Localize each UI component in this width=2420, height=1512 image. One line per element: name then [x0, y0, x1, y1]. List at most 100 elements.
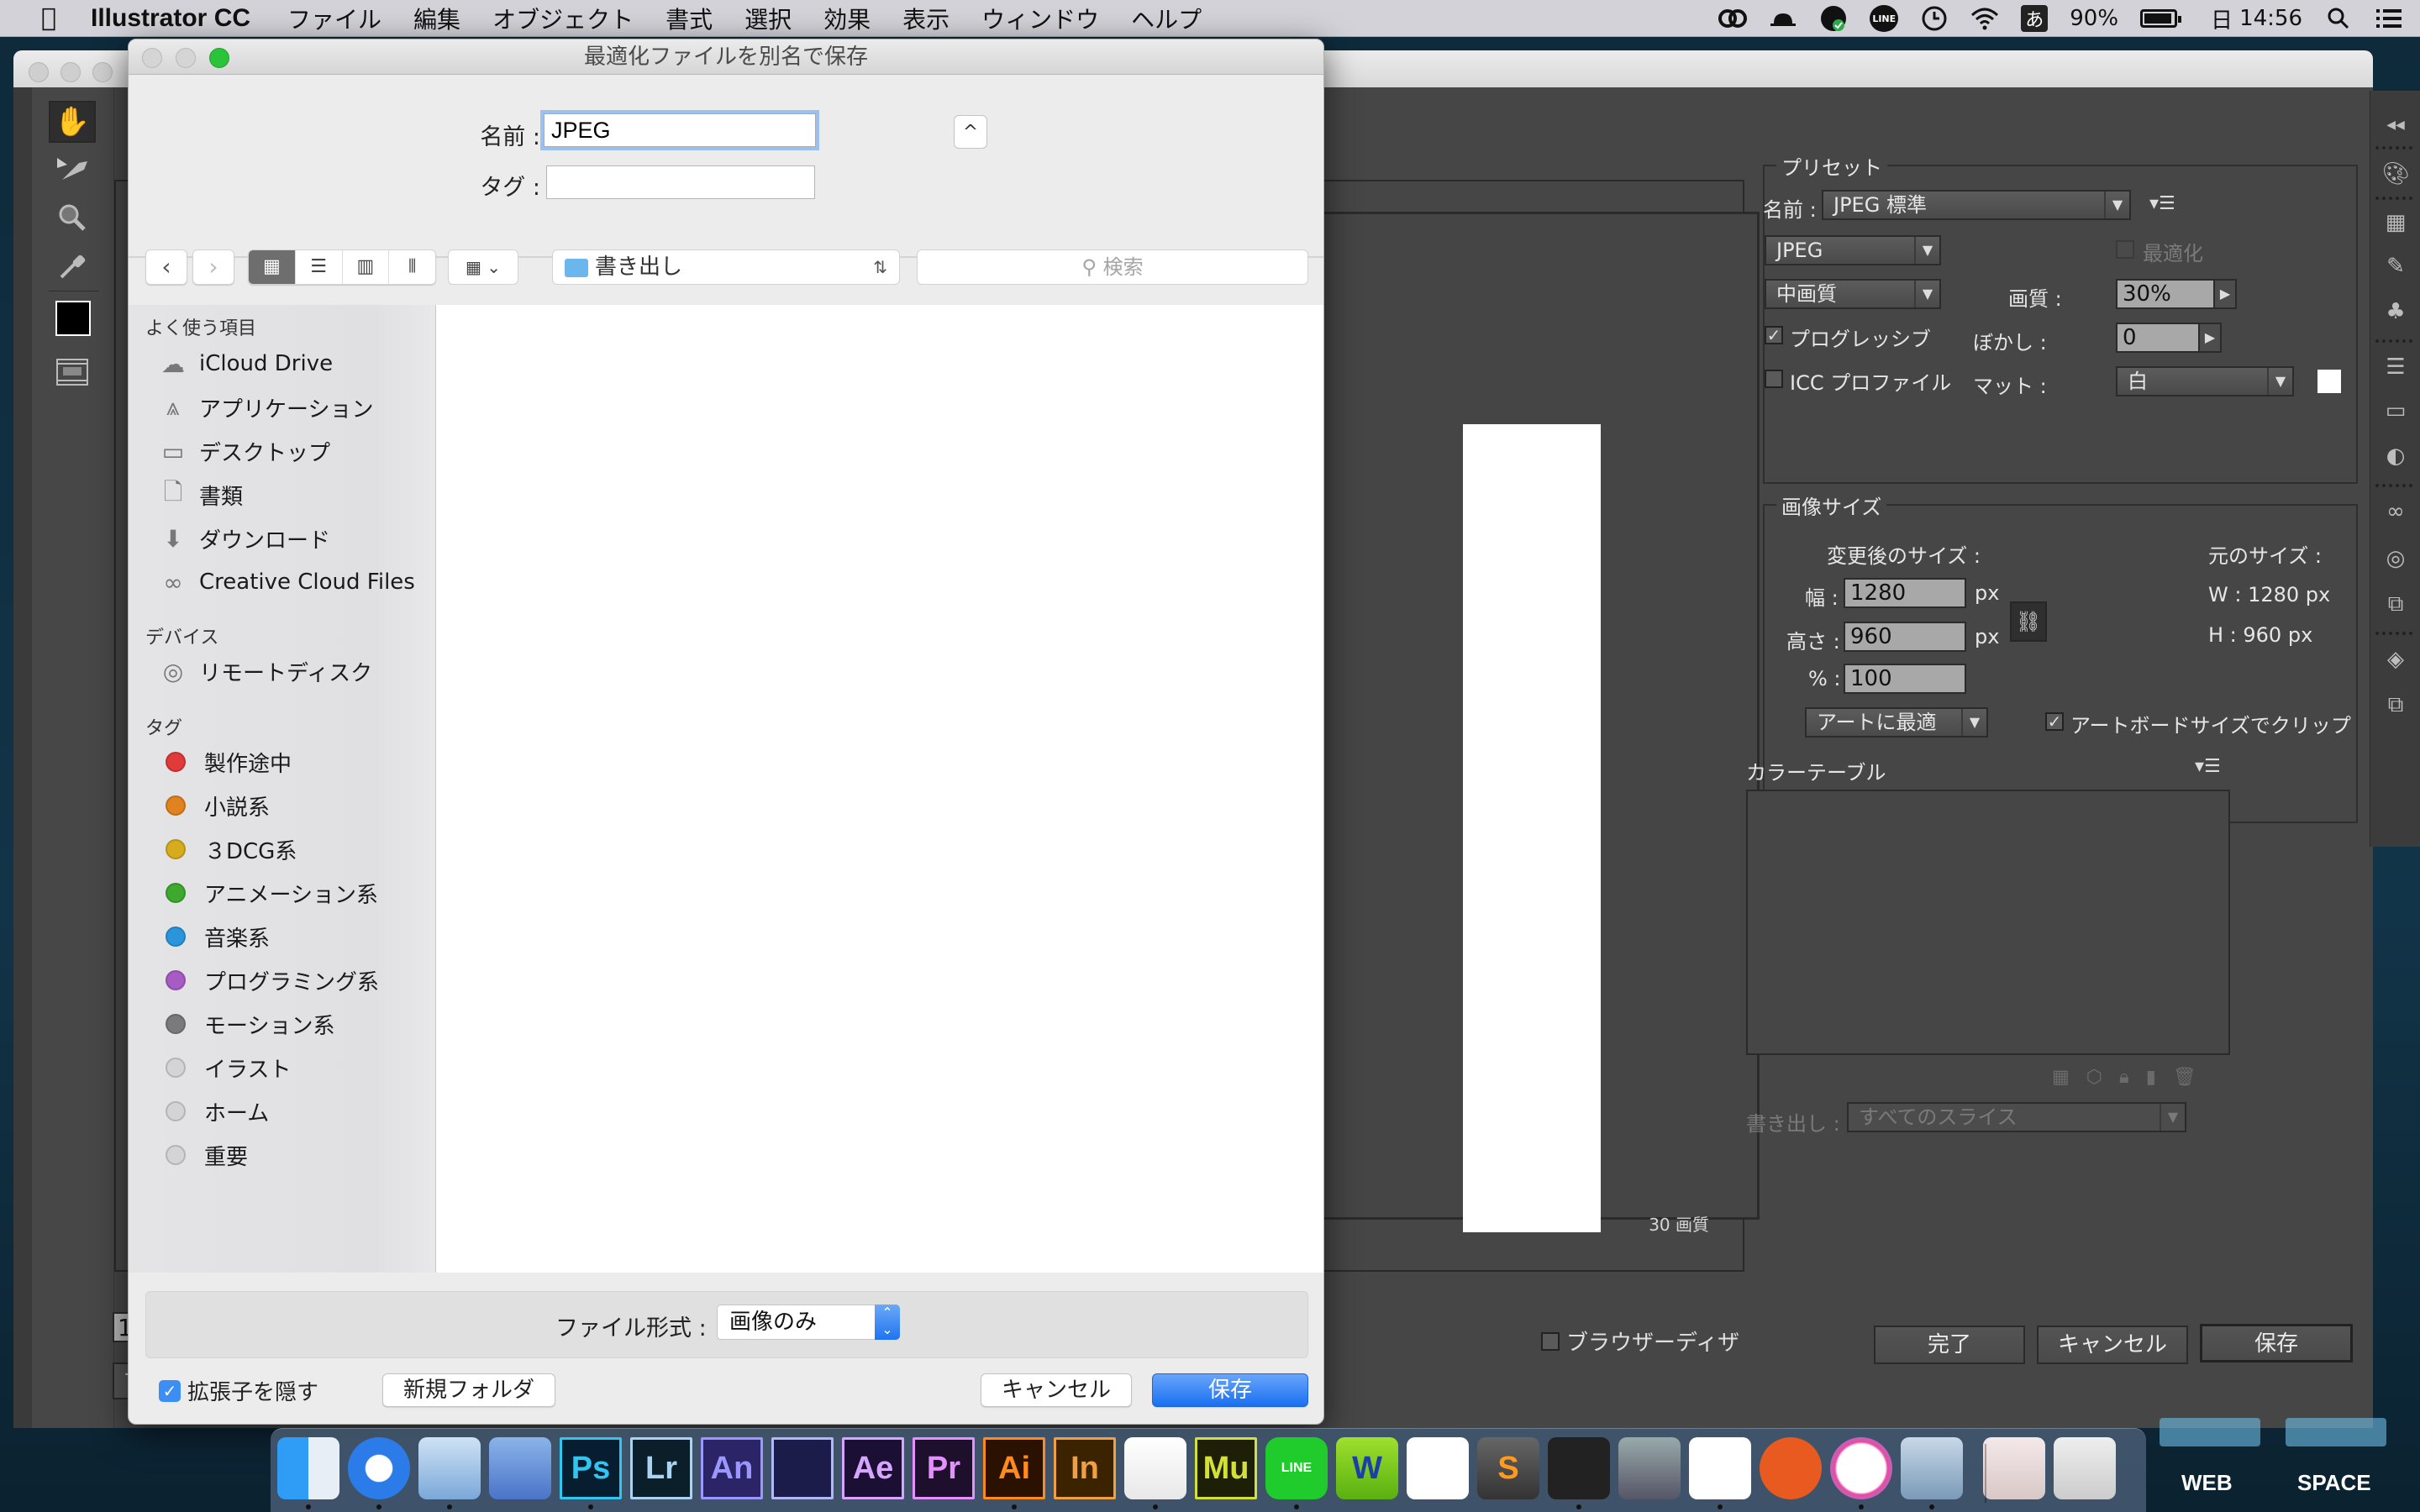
line-icon[interactable]: LINE — [1870, 5, 1899, 32]
sidebar-tag-item[interactable]: アニメーション系 — [157, 874, 378, 911]
hide-extension-checkbox[interactable]: ✓ 拡張子を隠す — [159, 1375, 318, 1406]
dock-app-alpaca-app[interactable] — [1760, 1437, 1822, 1499]
blur-input[interactable]: 0 — [2116, 323, 2200, 353]
input-method-indicator[interactable]: あ — [2021, 5, 2049, 32]
eyedropper-color-swatch[interactable] — [55, 301, 91, 336]
file-name-input[interactable]: JPEG — [544, 113, 816, 147]
color-table[interactable] — [1746, 790, 2230, 1055]
dock-app-photo-stack[interactable] — [1983, 1437, 2045, 1499]
collapse-panels-icon[interactable]: ◀◀ — [2379, 111, 2412, 139]
sfw-save-button[interactable]: 保存 — [2200, 1324, 2353, 1362]
sidebar-tag-item[interactable]: 小説系 — [157, 787, 270, 824]
toggle-slices-icon[interactable] — [49, 351, 96, 393]
browser-dither-checkbox[interactable]: ブラウザーディザ — [1541, 1326, 1739, 1357]
menu-help[interactable]: ヘルプ — [1131, 2, 1202, 35]
sidebar-item-creative-cloud[interactable]: ∞ Creative Cloud Files — [157, 564, 415, 601]
new-folder-button[interactable]: 新規フォルダ — [382, 1373, 555, 1407]
sidebar-tag-item[interactable]: 音楽系 — [157, 918, 270, 955]
battery-icon[interactable] — [2140, 9, 2182, 28]
dock-app-system-preferences[interactable] — [1618, 1437, 1681, 1499]
eyedropper-tool-icon[interactable] — [49, 245, 96, 287]
sidebar-item-remote-disc[interactable]: ◎ リモートディスク — [157, 653, 372, 690]
list-view-button[interactable]: ☰ — [296, 250, 343, 284]
dock-app-mail[interactable] — [418, 1437, 481, 1499]
menu-effect[interactable]: 効果 — [823, 2, 871, 35]
tags-input[interactable] — [546, 165, 815, 199]
artboards-icon[interactable]: ⧉ — [2379, 590, 2412, 618]
sidebar-item-applications[interactable]: ⩓ アプリケーション — [157, 389, 373, 426]
menu-object[interactable]: オブジェクト — [492, 2, 634, 35]
export-slices-select[interactable]: すべてのスライス ▼ — [1847, 1102, 2186, 1132]
icc-profile-checkbox[interactable] — [1765, 370, 1783, 388]
dock-app-finder[interactable] — [277, 1437, 339, 1499]
preset-name-select[interactable]: JPEG 標準 ▼ — [1822, 190, 2131, 220]
dock-app-muse[interactable]: Mu — [1195, 1437, 1257, 1499]
stroke-icon[interactable]: ☰ — [2379, 353, 2412, 381]
dock-app-lightroom[interactable]: Lr — [630, 1437, 692, 1499]
color-table-menu-icon[interactable]: ▾☰ — [2195, 756, 2221, 777]
percent-input[interactable]: 100 — [1844, 664, 1966, 694]
dock-app-illustrator[interactable]: Ai — [983, 1437, 1045, 1499]
clock-time[interactable]: 14:56 — [2239, 6, 2302, 31]
transparency-icon[interactable]: ◐ — [2379, 442, 2412, 470]
cube-icon[interactable]: ⬡ — [2086, 1067, 2102, 1088]
sidebar-tag-item[interactable]: モーション系 — [157, 1005, 334, 1042]
slice-select-tool-icon[interactable] — [49, 148, 96, 190]
dock-app-numbers[interactable] — [1407, 1437, 1469, 1499]
time-machine-icon[interactable] — [1920, 4, 1949, 33]
browser-dither-check[interactable] — [1541, 1331, 1560, 1351]
matte-select[interactable]: 白 ▼ — [2116, 366, 2294, 396]
height-input[interactable]: 960 — [1844, 622, 1966, 652]
dock-app-archiver[interactable]: W — [1336, 1437, 1398, 1499]
dock-app-premiere[interactable]: Pr — [913, 1437, 975, 1499]
notification-center-icon[interactable] — [2375, 4, 2403, 33]
quality-input[interactable]: 30% — [2116, 279, 2215, 309]
creative-cloud-icon[interactable] — [1718, 4, 1748, 33]
sync-icon[interactable] — [1819, 4, 1848, 33]
dock-app-preview[interactable] — [1901, 1437, 1963, 1499]
back-button[interactable]: ‹ — [145, 249, 187, 285]
matte-color-swatch[interactable] — [2317, 370, 2341, 393]
forward-button[interactable]: › — [192, 249, 234, 285]
file-format-popup[interactable]: 画像のみ ⌃ ⌄ — [717, 1305, 900, 1340]
dock-app-sublime-text[interactable]: S — [1477, 1437, 1539, 1499]
drive-icon[interactable] — [1769, 4, 1797, 33]
dock-app-indesign[interactable]: In — [1054, 1437, 1116, 1499]
expand-dialog-button[interactable]: ^ — [954, 115, 987, 149]
spotlight-search-icon[interactable] — [2324, 4, 2353, 33]
sidebar-item-documents[interactable]: 🗋 書類 — [157, 476, 243, 513]
desktop-label-space[interactable]: SPACE — [2297, 1470, 2371, 1496]
sidebar-item-download[interactable]: ⬇ ダウンロード — [157, 520, 330, 557]
brushes-icon[interactable]: ✎ — [2379, 252, 2412, 281]
dock-app-reminders[interactable] — [1689, 1437, 1751, 1499]
sidebar-tag-item[interactable]: ３DCG系 — [157, 831, 297, 868]
save-button[interactable]: 保存 — [1152, 1373, 1308, 1407]
sidebar-tag-item[interactable]: ホーム — [157, 1093, 269, 1130]
quality-slider-arrow[interactable]: ▶ — [2213, 279, 2237, 309]
preset-menu-icon[interactable]: ▾☰ — [2149, 193, 2175, 214]
window-zoom-button[interactable] — [92, 62, 113, 82]
dock-app-logic-pro[interactable] — [1548, 1437, 1610, 1499]
sfw-cancel-button[interactable]: キャンセル — [2037, 1326, 2188, 1364]
swatches-icon[interactable]: ▦ — [2379, 208, 2412, 237]
app-menu[interactable]: Illustrator CC — [91, 4, 250, 33]
progressive-checkbox[interactable]: ✓ — [1765, 326, 1783, 344]
desktop-folder-web[interactable] — [2160, 1418, 2260, 1446]
width-input[interactable]: 1280 — [1844, 578, 1966, 608]
web-shift-icon[interactable]: ▦ — [2052, 1067, 2070, 1088]
dock-app-line[interactable]: LINE — [1265, 1437, 1328, 1499]
location-popup[interactable]: 書き出し ⇅ — [552, 249, 900, 285]
file-format-select[interactable]: JPEG ▼ — [1765, 235, 1941, 265]
sidebar-item-cloud[interactable]: ☁ iCloud Drive — [157, 345, 333, 382]
cc-libraries-icon[interactable]: ∞ — [2379, 497, 2412, 526]
menu-type[interactable]: 書式 — [666, 2, 713, 35]
window-minimize-button[interactable] — [60, 62, 81, 82]
symbols-icon[interactable]: ♣ — [2379, 297, 2412, 326]
hand-tool-icon[interactable]: ✋ — [49, 101, 96, 143]
sidebar-tag-item[interactable]: 重要 — [157, 1137, 248, 1173]
window-close-button[interactable] — [29, 62, 49, 82]
menu-view[interactable]: 表示 — [902, 2, 950, 35]
artboards-panel-icon[interactable]: ⧉ — [2379, 690, 2412, 719]
cancel-button[interactable]: キャンセル — [981, 1373, 1132, 1407]
dock-app-media-encoder[interactable] — [771, 1437, 834, 1499]
